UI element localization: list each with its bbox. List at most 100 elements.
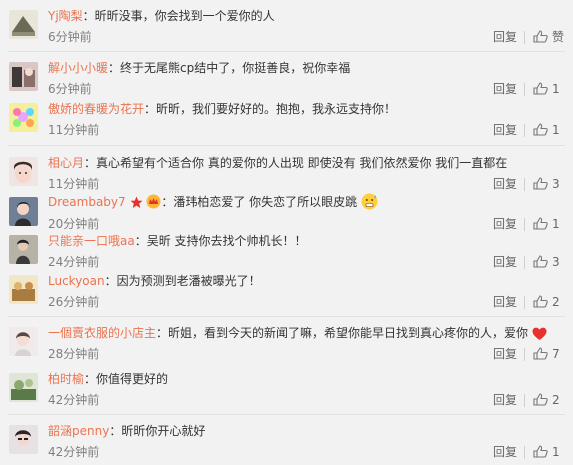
- like-button[interactable]: 2: [533, 295, 560, 309]
- comment-time: 26分钟前: [48, 295, 100, 309]
- like-count: 1: [552, 82, 560, 96]
- thumbs-up-icon: [533, 445, 548, 458]
- username-link[interactable]: Yj陶梨: [48, 9, 83, 23]
- like-count: 1: [552, 217, 560, 231]
- username-link[interactable]: Luckyoan: [48, 274, 105, 288]
- avatar[interactable]: [9, 157, 38, 186]
- like-button[interactable]: 1: [533, 82, 560, 96]
- thumbs-up-icon: [533, 177, 548, 190]
- username-link[interactable]: 一個賣衣服的小店主: [48, 326, 156, 340]
- comment-text: ：你值得更好的: [84, 372, 169, 386]
- comment-item: Yj陶梨：昕昕没事，你会找到一个爱你的人 6分钟前 回复 赞: [0, 8, 573, 48]
- thumbs-up-icon: [533, 295, 548, 308]
- avatar[interactable]: [9, 103, 38, 132]
- thumbs-up-icon: [533, 393, 548, 406]
- comment-time: 11分钟前: [48, 123, 100, 137]
- star-badge-icon: [130, 196, 142, 208]
- comment-text: ：真心希望有个适合你 真的爱你的人出现 即使没有 我们依然爱你 我们一直都在: [84, 156, 508, 170]
- like-button[interactable]: 1: [533, 445, 560, 459]
- divider: [8, 51, 565, 52]
- avatar[interactable]: [9, 275, 38, 304]
- action-divider: [524, 296, 525, 309]
- comment-time: 24分钟前: [48, 255, 100, 269]
- comment-time: 28分钟前: [48, 347, 100, 361]
- comment-item: 相心月：真心希望有个适合你 真的爱你的人出现 即使没有 我们依然爱你 我们一直都…: [0, 155, 573, 195]
- comment-time: 42分钟前: [48, 445, 100, 459]
- like-count: 1: [552, 123, 560, 137]
- comment-line: 韶涵penny：昕昕你开心就好: [48, 423, 205, 439]
- like-button[interactable]: 7: [533, 347, 560, 361]
- action-divider: [524, 348, 525, 361]
- like-button[interactable]: 1: [533, 123, 560, 137]
- comment-item: Dreambaby7 ：潘玮柏恋爱了 你失恋了所以眼皮跳 20分钟前 回复 1: [0, 193, 573, 233]
- like-count: 2: [552, 393, 560, 407]
- comment-line: 柏时榆：你值得更好的: [48, 371, 168, 387]
- red-heart-emoji-icon: [532, 327, 547, 340]
- comment-list: Yj陶梨：昕昕没事，你会找到一个爱你的人 6分钟前 回复 赞 解小小小暖：终于无…: [0, 0, 573, 465]
- like-button[interactable]: 2: [533, 393, 560, 407]
- comment-line: 解小小小暖：终于无尾熊cp结中了，你挺善良，祝你幸福: [48, 60, 350, 76]
- username-link[interactable]: Dreambaby7: [48, 195, 126, 209]
- reply-button[interactable]: 回复: [493, 82, 517, 96]
- vip-crown-icon: [146, 194, 161, 209]
- reply-button[interactable]: 回复: [493, 30, 517, 44]
- comment-line: Dreambaby7 ：潘玮柏恋爱了 你失恋了所以眼皮跳: [48, 193, 378, 210]
- reply-button[interactable]: 回复: [493, 217, 517, 231]
- reply-button[interactable]: 回复: [493, 295, 517, 309]
- like-button[interactable]: 1: [533, 217, 560, 231]
- thumbs-up-icon: [533, 217, 548, 230]
- comment-text: ：昕昕你开心就好: [109, 424, 206, 438]
- comment-item: Luckyoan：因为预测到老潘被曝光了！ 26分钟前 回复 2: [0, 273, 573, 313]
- username-link[interactable]: 韶涵penny: [48, 424, 109, 438]
- username-link[interactable]: 相心月: [48, 156, 84, 170]
- like-count: 3: [552, 255, 560, 269]
- action-divider: [524, 446, 525, 459]
- action-divider: [524, 218, 525, 231]
- like-button[interactable]: 3: [533, 177, 560, 191]
- avatar[interactable]: [9, 425, 38, 454]
- comment-time: 11分钟前: [48, 177, 100, 191]
- reply-button[interactable]: 回复: [493, 123, 517, 137]
- comment-time: 6分钟前: [48, 82, 92, 96]
- avatar[interactable]: [9, 235, 38, 264]
- thumbs-up-icon: [533, 30, 548, 43]
- comment-time: 20分钟前: [48, 217, 100, 231]
- reply-button[interactable]: 回复: [493, 347, 517, 361]
- comment-line: 只能亲一口哦aa：吴昕 支持你去找个帅机长！！: [48, 233, 307, 249]
- comment-text: ：潘玮柏恋爱了 你失恋了所以眼皮跳: [161, 195, 358, 209]
- avatar[interactable]: [9, 327, 38, 356]
- reply-button[interactable]: 回复: [493, 445, 517, 459]
- reply-button[interactable]: 回复: [493, 177, 517, 191]
- reply-button[interactable]: 回复: [493, 393, 517, 407]
- comment-item: 只能亲一口哦aa：吴昕 支持你去找个帅机长！！ 24分钟前 回复 3: [0, 233, 573, 273]
- like-button[interactable]: 赞: [533, 30, 564, 44]
- comment-time: 42分钟前: [48, 393, 100, 407]
- divider: [8, 145, 565, 146]
- comment-item: 韶涵penny：昕昕你开心就好 42分钟前 回复 1: [0, 423, 573, 463]
- action-divider: [524, 124, 525, 137]
- action-divider: [524, 256, 525, 269]
- username-link[interactable]: 只能亲一口哦aa: [48, 234, 135, 248]
- action-divider: [524, 178, 525, 191]
- username-link[interactable]: 柏时榆: [48, 372, 84, 386]
- comment-text: ：因为预测到老潘被曝光了！: [104, 274, 261, 288]
- comment-line: 一個賣衣服的小店主：昕姐，看到今天的新闻了嘛，希望你能早日找到真心疼你的人，爱你: [48, 325, 547, 341]
- thumbs-up-icon: [533, 347, 548, 360]
- avatar[interactable]: [9, 373, 38, 402]
- like-button[interactable]: 3: [533, 255, 560, 269]
- comment-item: 柏时榆：你值得更好的 42分钟前 回复 2: [0, 371, 573, 411]
- username-link[interactable]: 解小小小暖: [48, 61, 108, 75]
- like-count: 1: [552, 445, 560, 459]
- comment-item: 解小小小暖：终于无尾熊cp结中了，你挺善良，祝你幸福 6分钟前 回复 1: [0, 60, 573, 100]
- comment-line: Yj陶梨：昕昕没事，你会找到一个爱你的人: [48, 8, 275, 24]
- username-link[interactable]: 傲娇的春暖为花开: [48, 102, 144, 116]
- like-count: 3: [552, 177, 560, 191]
- avatar[interactable]: [9, 10, 38, 39]
- like-count: 7: [552, 347, 560, 361]
- comment-text: ：吴昕 支持你去找个帅机长！！: [134, 234, 307, 248]
- thumbs-up-icon: [533, 123, 548, 136]
- avatar[interactable]: [9, 62, 38, 91]
- avatar[interactable]: [9, 197, 38, 226]
- comment-time: 6分钟前: [48, 30, 92, 44]
- reply-button[interactable]: 回复: [493, 255, 517, 269]
